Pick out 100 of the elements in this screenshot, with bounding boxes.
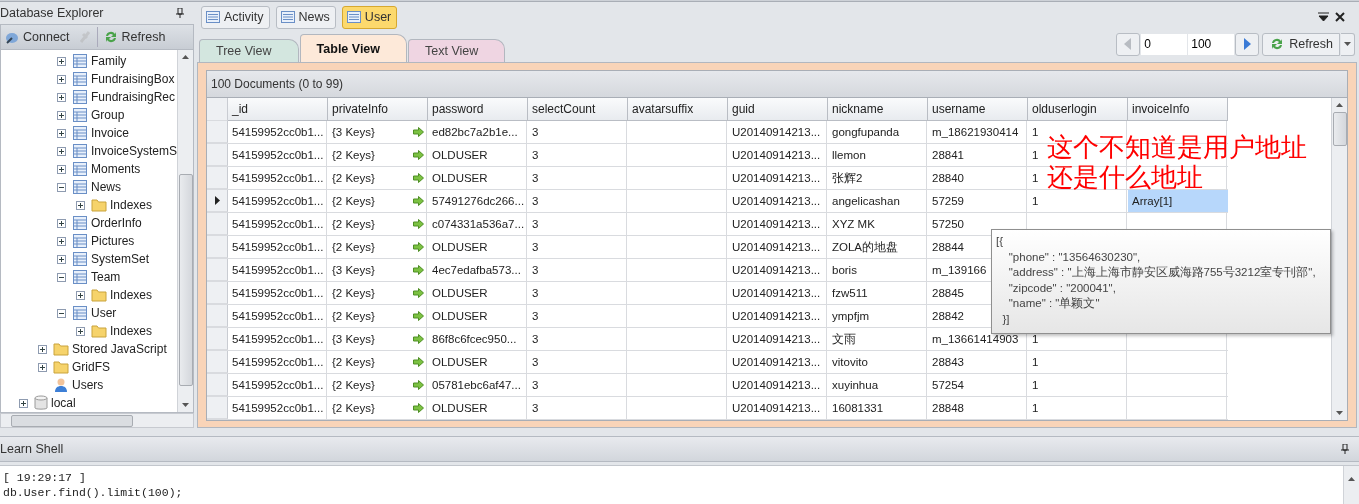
scrollbar[interactable] [1343, 466, 1359, 504]
expand-toggle[interactable] [38, 344, 50, 354]
scroll-down-icon[interactable] [1336, 411, 1343, 415]
scroll-up-icon[interactable] [1348, 477, 1355, 481]
tree-item[interactable]: User [91, 306, 117, 320]
row-header[interactable] [207, 190, 228, 212]
table-icon [72, 71, 88, 87]
tree-item[interactable]: Indexes [110, 324, 153, 338]
column-header[interactable]: password [428, 98, 528, 121]
tree-item[interactable]: OrderInfo [91, 216, 142, 230]
pin-icon[interactable] [1341, 444, 1349, 454]
scroll-down-icon[interactable] [182, 403, 189, 407]
arrow-icon[interactable] [413, 311, 424, 321]
table-cell: OLDUSER [432, 172, 488, 184]
tree-item[interactable]: FundraisingRec [91, 90, 176, 104]
connect-button[interactable]: Connect [1, 26, 73, 48]
expand-toggle[interactable] [57, 218, 69, 228]
arrow-icon[interactable] [413, 219, 424, 229]
tree-item[interactable]: Group [91, 108, 125, 122]
scrollbar[interactable] [1331, 98, 1347, 420]
scroll-thumb[interactable] [11, 414, 133, 427]
tree-item[interactable]: Pictures [91, 234, 135, 248]
tree-item[interactable]: local [51, 396, 76, 410]
column-header[interactable]: _id [228, 98, 328, 121]
table-cell: 54159952cc0b1... [232, 218, 324, 230]
refresh-button[interactable]: Refresh [1262, 32, 1340, 56]
arrow-icon[interactable] [413, 150, 424, 160]
column-header[interactable]: olduserlogin [1028, 98, 1128, 121]
expand-toggle[interactable] [57, 128, 69, 138]
tree-item[interactable]: Moments [91, 162, 141, 176]
horizontal-scrollbar[interactable] [0, 413, 194, 428]
scroll-thumb[interactable] [1332, 112, 1347, 146]
expand-toggle[interactable] [38, 362, 50, 372]
document-tab[interactable]: Activity [201, 5, 270, 29]
view-tab[interactable]: Table View [299, 34, 408, 62]
arrow-icon[interactable] [413, 196, 424, 206]
view-tab[interactable]: Text View [408, 39, 506, 62]
column-header[interactable]: nickname [828, 98, 928, 121]
tree-item[interactable]: FundraisingBox [91, 72, 175, 86]
shell-line: db.User.find().limit(100); [3, 485, 183, 500]
tree-item[interactable]: Family [91, 54, 127, 68]
arrow-icon[interactable] [413, 288, 424, 298]
skip-field[interactable]: 0 [1141, 33, 1188, 55]
column-header[interactable]: privateInfo [328, 98, 428, 121]
arrow-icon[interactable] [413, 242, 424, 252]
close-icon[interactable] [1335, 12, 1345, 22]
view-tab[interactable]: Tree View [199, 39, 299, 62]
arrow-icon[interactable] [413, 173, 424, 183]
table-cell[interactable]: Array[1] [1128, 190, 1228, 212]
tree-item[interactable]: InvoiceSystemS [90, 144, 177, 158]
arrow-icon[interactable] [413, 127, 424, 137]
document-tab[interactable]: News [275, 5, 336, 29]
refresh-button[interactable]: Refresh [99, 26, 169, 48]
expand-toggle[interactable] [57, 74, 69, 84]
arrow-icon[interactable] [413, 380, 424, 390]
tree-item[interactable]: Indexes [110, 288, 153, 302]
scrollbar[interactable] [177, 50, 193, 412]
scroll-up-icon[interactable] [1336, 103, 1343, 107]
scroll-thumb[interactable] [178, 174, 193, 386]
tree-item[interactable]: GridFS [72, 360, 110, 374]
expand-toggle[interactable] [57, 56, 69, 66]
tree-item[interactable]: Invoice [91, 126, 130, 140]
tree-item[interactable]: Indexes [110, 198, 153, 212]
table-cell: {2 Keys} [332, 379, 375, 391]
expand-toggle[interactable] [57, 146, 69, 156]
limit-field[interactable]: 100 [1188, 33, 1235, 55]
arrow-icon[interactable] [413, 357, 424, 367]
column-header[interactable]: invoiceInfo [1128, 98, 1228, 121]
dropdown-icon[interactable] [1318, 12, 1329, 22]
column-header[interactable]: avatarsuffix [628, 98, 728, 121]
expand-toggle[interactable] [76, 326, 88, 336]
expand-toggle[interactable] [19, 398, 31, 408]
scroll-up-icon[interactable] [182, 55, 189, 59]
tree-item[interactable]: Team [91, 270, 121, 284]
pin-icon[interactable] [176, 8, 184, 18]
expand-toggle[interactable] [57, 254, 69, 264]
expand-toggle[interactable] [57, 236, 69, 246]
collapse-toggle[interactable] [57, 308, 69, 318]
document-tab[interactable]: User [341, 5, 398, 29]
tree-item[interactable]: Stored JavaScript [72, 342, 167, 356]
column-header[interactable]: username [928, 98, 1028, 121]
tree-item[interactable]: SystemSet [91, 252, 150, 266]
column-header[interactable]: selectCount [528, 98, 628, 121]
tree-item[interactable]: News [91, 180, 121, 194]
tree-item[interactable]: Users [72, 378, 104, 392]
expand-toggle[interactable] [57, 164, 69, 174]
collapse-toggle[interactable] [57, 182, 69, 192]
expand-toggle[interactable] [57, 92, 69, 102]
arrow-icon[interactable] [413, 334, 424, 344]
dropdown-button[interactable] [1341, 32, 1355, 56]
arrow-icon[interactable] [413, 403, 424, 413]
arrow-icon[interactable] [413, 265, 424, 275]
expand-toggle[interactable] [76, 290, 88, 300]
collapse-toggle[interactable] [57, 272, 69, 282]
expand-toggle[interactable] [76, 200, 88, 210]
next-page-button[interactable] [1235, 32, 1260, 56]
column-header[interactable]: guid [728, 98, 828, 121]
right-triangle-icon [1243, 38, 1252, 50]
expand-toggle[interactable] [57, 110, 69, 120]
table-cell: ed82bc7a2b1e... [432, 126, 518, 138]
